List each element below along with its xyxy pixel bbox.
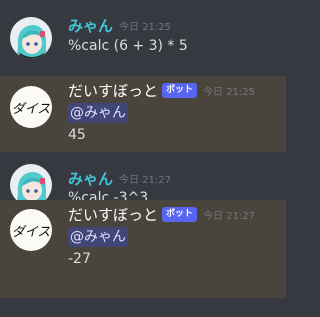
- username[interactable]: みゃん: [68, 168, 113, 189]
- timestamp: 今日 21:25: [119, 21, 172, 33]
- timestamp: 今日 21:27: [203, 210, 256, 222]
- message-mention-line: @みゃん: [68, 103, 128, 123]
- user-mention[interactable]: @みゃん: [68, 227, 128, 247]
- username[interactable]: みゃん: [68, 15, 113, 36]
- svg-text:ダイス: ダイス: [12, 102, 51, 117]
- message-content: %calc (6 + 3) * 5: [68, 38, 188, 54]
- username[interactable]: だいすぼっと: [68, 204, 158, 225]
- daisu-logo-avatar-icon: ダイス: [10, 209, 52, 251]
- bot-badge: ボット: [162, 206, 198, 222]
- user-avatar[interactable]: [10, 17, 52, 59]
- bot-badge: ボット: [162, 82, 198, 98]
- message-mention-line: @みゃん: [68, 227, 128, 247]
- message-content: 45: [68, 127, 86, 143]
- anime-girl-avatar-icon: [10, 17, 52, 59]
- message-1: みゃん 今日 21:25 %calc (6 + 3) * 5: [0, 0, 286, 75]
- message-2: ダイス だいすぼっと ボット 今日 21:25 @みゃん 45: [0, 76, 286, 152]
- message-3: みゃん 今日 21:27 %calc -3^3: [0, 152, 286, 206]
- message-content: -27: [68, 251, 91, 267]
- message-header: みゃん 今日 21:25: [68, 15, 171, 35]
- bot-avatar[interactable]: ダイス: [10, 209, 52, 251]
- user-mention[interactable]: @みゃん: [68, 103, 128, 123]
- svg-text:ダイス: ダイス: [12, 225, 51, 240]
- message-header: だいすぼっと ボット 今日 21:27: [68, 204, 255, 224]
- bot-avatar[interactable]: ダイス: [10, 86, 52, 128]
- timestamp: 今日 21:25: [203, 86, 256, 98]
- daisu-logo-avatar-icon: ダイス: [10, 86, 52, 128]
- message-4: ダイス だいすぼっと ボット 今日 21:27 @みゃん -27: [0, 200, 286, 298]
- message-header: だいすぼっと ボット 今日 21:25: [68, 80, 255, 100]
- timestamp: 今日 21:27: [119, 174, 172, 186]
- message-header: みゃん 今日 21:27: [68, 168, 171, 188]
- username[interactable]: だいすぼっと: [68, 80, 158, 101]
